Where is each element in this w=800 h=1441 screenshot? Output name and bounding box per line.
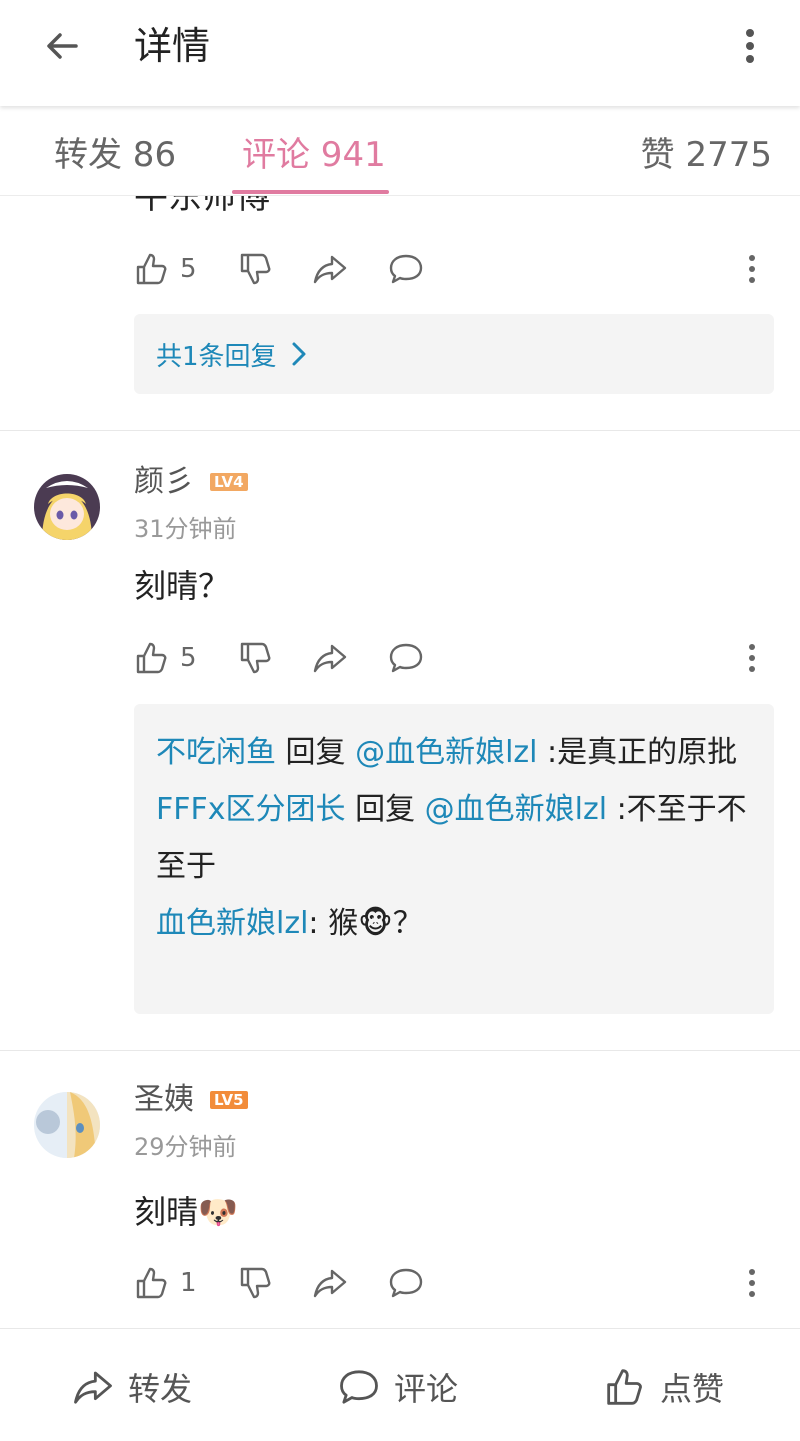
divider (0, 430, 800, 431)
reply-item: FFFx区分团长 回复 @血色新娘lzl :不至于不至于 (156, 781, 752, 895)
speech-bubble-icon (389, 254, 423, 284)
page-title: 详情 (134, 24, 211, 68)
reply-item: 血色新娘lzl: 猴🐵？ (156, 895, 752, 952)
share-arrow-icon (313, 1269, 347, 1298)
username-text: 颜彡 (134, 464, 194, 499)
active-tab-indicator (232, 190, 389, 194)
like-label: 点赞 (660, 1370, 725, 1408)
anime-avatar-icon (34, 1092, 100, 1158)
chevron-right-icon (292, 342, 306, 366)
reply-mention[interactable]: @血色新娘lzl (355, 735, 537, 770)
like-button[interactable]: 1 (134, 1260, 197, 1306)
username[interactable]: 圣姨 LV5 (134, 1080, 248, 1120)
reply-author[interactable]: 血色新娘lzl (156, 906, 308, 941)
share-arrow-icon (313, 644, 347, 673)
reply-list: 不吃闲鱼 回复 @血色新娘lzl :是真正的原批 FFFx区分团长 回复 @血色… (134, 704, 774, 970)
like-count: 5 (180, 643, 197, 673)
comment-actions: 5 (134, 635, 774, 681)
reply-summary-box[interactable]: 共1条回复 (134, 314, 774, 394)
share-button[interactable] (312, 1260, 348, 1306)
comment-more-button[interactable] (740, 1260, 764, 1306)
divider (0, 1050, 800, 1051)
level-badge: LV4 (210, 473, 248, 491)
comment-text-partial: 牛东师傅 (134, 196, 270, 217)
comment-button[interactable]: 评论 (338, 1365, 800, 1409)
reply-author[interactable]: FFFx区分团长 (156, 792, 346, 827)
share-button[interactable] (312, 246, 348, 292)
reply-button[interactable] (388, 1260, 424, 1306)
tab-like[interactable]: 赞 2775 (641, 130, 772, 180)
thumbs-down-icon (240, 1267, 271, 1299)
share-arrow-icon (313, 255, 347, 284)
reply-count-link[interactable]: 共1条回复 (134, 314, 774, 394)
reply-button[interactable] (388, 246, 424, 292)
avatar[interactable] (34, 474, 100, 540)
thumbs-up-icon (136, 1267, 167, 1299)
reply-verb: 回复 (276, 735, 356, 770)
more-vertical-icon (749, 644, 755, 672)
detail-tabs: 转发 86 评论 941 赞 2775 (0, 106, 800, 196)
comment-time: 29分钟前 (134, 1133, 237, 1161)
repost-label: 转发 (128, 1370, 193, 1408)
reply-preview-box[interactable]: 不吃闲鱼 回复 @血色新娘lzl :是真正的原批 FFFx区分团长 回复 @血色… (134, 704, 774, 1014)
back-button[interactable] (36, 20, 88, 72)
comment-text: 刻晴？ (134, 567, 231, 605)
thumbs-up-icon (607, 1369, 642, 1405)
reply-verb: 回复 (345, 792, 425, 827)
bottom-action-bar: 转发 评论 点赞 (0, 1328, 800, 1441)
like-count: 5 (180, 254, 197, 284)
repost-button[interactable]: 转发 (72, 1365, 192, 1409)
reply-item: 不吃闲鱼 回复 @血色新娘lzl :是真正的原批 (156, 724, 752, 781)
reply-text: : 猴🐵？ (308, 906, 423, 941)
comment-time: 31分钟前 (134, 515, 237, 543)
more-vertical-icon (746, 29, 754, 63)
anime-avatar-icon (34, 474, 100, 540)
reply-button[interactable] (388, 635, 424, 681)
arrow-left-icon (47, 33, 78, 59)
reply-text: :是真正的原批 (537, 735, 738, 770)
comment-text: 刻晴🐶 (134, 1193, 238, 1231)
level-badge: LV5 (210, 1091, 248, 1109)
more-options-button[interactable] (730, 20, 770, 72)
reply-mention[interactable]: @血色新娘lzl (425, 792, 607, 827)
thumbs-up-icon (136, 253, 167, 285)
comment-more-button[interactable] (740, 246, 764, 292)
thumbs-down-icon (240, 642, 271, 674)
thumbs-down-icon (240, 253, 271, 285)
comment-more-button[interactable] (740, 635, 764, 681)
speech-bubble-icon (389, 1268, 423, 1298)
comment-actions: 5 (134, 246, 774, 292)
comment-label: 评论 (394, 1370, 459, 1408)
dislike-button[interactable] (238, 246, 274, 292)
dislike-button[interactable] (238, 635, 274, 681)
like-button[interactable]: 5 (134, 635, 197, 681)
speech-bubble-icon (340, 1370, 378, 1404)
dislike-button[interactable] (238, 1260, 274, 1306)
reply-author[interactable]: 不吃闲鱼 (156, 735, 276, 770)
username-text: 圣姨 (134, 1082, 194, 1117)
more-vertical-icon (749, 1269, 755, 1297)
more-vertical-icon (749, 255, 755, 283)
app-header: 详情 (0, 0, 800, 106)
like-button[interactable]: 5 (134, 246, 197, 292)
reply-count-label: 共1条回复 (156, 341, 277, 372)
avatar[interactable] (34, 1092, 100, 1158)
like-post-button[interactable]: 点赞 (604, 1365, 724, 1409)
share-button[interactable] (312, 635, 348, 681)
thumbs-up-icon (136, 642, 167, 674)
tab-repost[interactable]: 转发 86 (54, 130, 176, 180)
username[interactable]: 颜彡 LV4 (134, 462, 248, 502)
speech-bubble-icon (389, 643, 423, 673)
like-count: 1 (180, 1268, 197, 1298)
comment-list[interactable]: 牛东师傅 5 共1条回复 颜彡 LV4 31分钟前 刻晴？ 5 不吃闲鱼 回复 … (0, 196, 800, 1328)
share-arrow-icon (74, 1371, 112, 1404)
comment-actions: 1 (134, 1260, 774, 1306)
